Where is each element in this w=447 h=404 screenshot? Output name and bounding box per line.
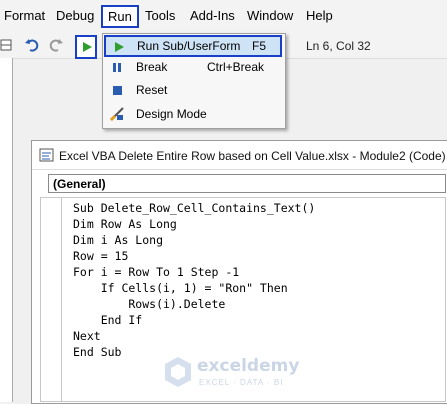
menu-format[interactable]: Format	[4, 8, 45, 23]
design-mode-icon	[110, 107, 124, 121]
code-line[interactable]: Sub Delete_Row_Cell_Contains_Text()	[73, 201, 315, 215]
vba-module-icon	[39, 148, 54, 162]
menu-help[interactable]: Help	[306, 8, 333, 23]
menu-item-shortcut: F5	[252, 39, 267, 53]
code-window-title: Excel VBA Delete Entire Row based on Cel…	[59, 149, 446, 163]
menu-item-label: Reset	[136, 83, 168, 97]
code-line[interactable]: Dim Row As Long	[73, 217, 177, 231]
toolbar-grid-icon[interactable]	[0, 37, 16, 53]
code-window-titlebar[interactable]: Excel VBA Delete Entire Row based on Cel…	[32, 141, 447, 170]
code-window: Excel VBA Delete Entire Row based on Cel…	[31, 140, 447, 404]
play-icon	[83, 42, 92, 52]
menu-item-label: Design Mode	[136, 107, 207, 121]
redo-icon[interactable]	[48, 37, 64, 53]
project-explorer-pane	[0, 58, 13, 402]
menu-debug[interactable]: Debug	[56, 8, 94, 23]
exceldemy-logo-icon	[165, 357, 191, 387]
object-dropdown-value: (General)	[53, 177, 106, 191]
menu-tools[interactable]: Tools	[145, 8, 175, 23]
menu-add-ins[interactable]: Add-Ins	[190, 8, 235, 23]
code-line[interactable]: Row = 15	[73, 249, 128, 263]
code-line[interactable]: End Sub	[73, 345, 121, 359]
object-dropdown[interactable]: (General)	[48, 174, 446, 193]
code-line[interactable]: End If	[73, 313, 143, 327]
menu-item-label: Run Sub/UserForm	[137, 39, 241, 53]
menu-item-reset[interactable]: Reset	[103, 79, 285, 101]
menu-item-label: Break	[136, 60, 168, 74]
cursor-position-status: Ln 6, Col 32	[306, 39, 371, 53]
exceldemy-watermark: exceldemy EXCEL · DATA · BI	[161, 354, 341, 394]
menu-window[interactable]: Window	[247, 8, 293, 23]
menu-bar: Format Debug Run Tools Add-Ins Window He…	[0, 0, 447, 32]
code-editor[interactable]: Sub Delete_Row_Cell_Contains_Text() Dim …	[40, 197, 446, 402]
menu-item-design-mode[interactable]: Design Mode	[103, 103, 285, 125]
code-line[interactable]: Next	[73, 329, 101, 343]
code-line[interactable]: Dim i As Long	[73, 233, 163, 247]
code-gutter	[41, 198, 62, 401]
undo-icon[interactable]	[24, 37, 40, 53]
code-line[interactable]: Rows(i).Delete	[73, 297, 225, 311]
menu-item-run-sub-userform[interactable]: Run Sub/UserForm F5	[104, 35, 282, 57]
run-dropdown-menu: Run Sub/UserForm F5 Break Ctrl+Break Res…	[102, 33, 286, 129]
stop-icon	[113, 86, 122, 95]
watermark-tagline: EXCEL · DATA · BI	[199, 378, 284, 387]
code-line[interactable]: For i = Row To 1 Step -1	[73, 265, 239, 279]
pause-icon	[113, 63, 121, 72]
play-icon	[115, 42, 124, 52]
watermark-name: exceldemy	[197, 356, 300, 376]
menu-run[interactable]: Run	[101, 5, 139, 28]
menu-item-shortcut: Ctrl+Break	[207, 60, 265, 74]
menu-item-break[interactable]: Break Ctrl+Break	[103, 56, 285, 78]
code-line[interactable]: If Cells(i, 1) = "Ron" Then	[73, 281, 288, 295]
run-toolbar-button[interactable]	[75, 35, 97, 59]
